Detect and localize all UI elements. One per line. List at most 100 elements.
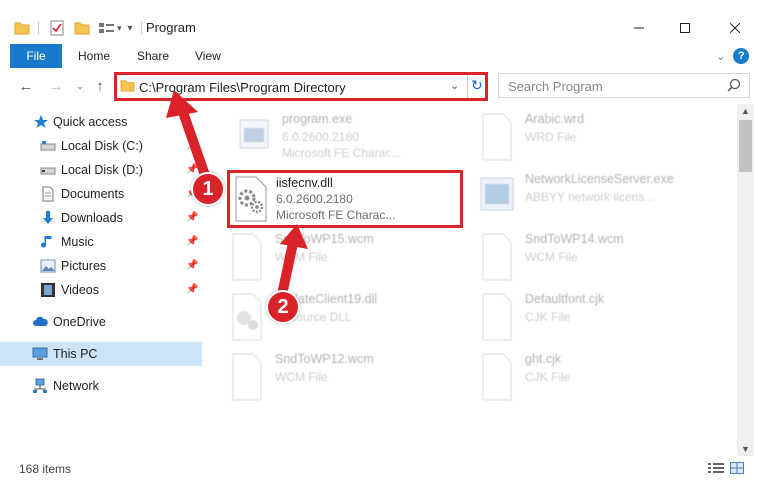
maximize-icon <box>680 23 690 33</box>
file-icon <box>482 233 512 281</box>
tab-share[interactable]: Share <box>137 44 169 68</box>
sidebar-item-label: Pictures <box>61 259 107 273</box>
address-bar[interactable]: C:\Program Files\Program Directory ⌄ ↻ <box>114 72 488 101</box>
large-icons-view-icon[interactable] <box>730 462 744 474</box>
file-item[interactable]: SndToWP12.wcm WCM File <box>227 352 467 412</box>
chevron-down-icon: ⌄ <box>76 80 84 91</box>
file-item[interactable]: SndToWP14.wcm WCM File <box>477 232 717 292</box>
computer-icon <box>32 347 48 360</box>
file-type: WCM File <box>275 370 328 384</box>
tab-view[interactable]: View <box>195 44 221 68</box>
video-icon <box>41 283 55 297</box>
picture-icon <box>40 259 56 273</box>
file-item[interactable]: SndToWP15.wcm WCM File <box>227 232 467 292</box>
step-callout-1: 1 <box>191 172 225 206</box>
sidebar-item-onedrive[interactable]: OneDrive <box>0 310 202 334</box>
pin-icon[interactable]: 📌 <box>186 284 198 296</box>
pin-icon[interactable]: 📌 <box>186 212 198 224</box>
file-item[interactable]: program.exe 6.0.2600.2180 Microsoft FE C… <box>234 112 474 172</box>
pin-icon[interactable]: 📌 <box>186 260 198 272</box>
sidebar-item-label: OneDrive <box>53 315 106 329</box>
refresh-icon[interactable]: ↻ <box>471 77 485 95</box>
star-icon <box>34 115 48 128</box>
help-icon[interactable]: ? <box>733 48 750 64</box>
status-bar: 168 items <box>0 456 769 491</box>
dropdown-arrow-icon[interactable]: ▾ <box>117 23 122 34</box>
file-item[interactable]: UpdateClient19.dll Resource DLL <box>227 292 467 352</box>
minimize-button[interactable] <box>616 14 662 42</box>
exe-icon <box>239 119 269 149</box>
step-callout-2: 2 <box>266 290 300 324</box>
forward-button[interactable]: → <box>46 76 66 96</box>
forward-arrow-icon: → <box>48 77 64 95</box>
download-icon <box>43 211 53 224</box>
exe-icon <box>480 177 514 211</box>
sidebar-item-label: Documents <box>61 187 125 201</box>
properties-icon[interactable] <box>50 20 64 36</box>
customize-toolbar-icon[interactable]: ▾ <box>128 23 133 34</box>
scroll-thumb[interactable] <box>739 120 752 172</box>
pin-icon[interactable]: 📌 <box>186 236 198 248</box>
details-view-icon[interactable] <box>708 462 724 474</box>
folder-icon[interactable] <box>14 21 30 35</box>
item-count: 168 items <box>19 462 72 476</box>
file-item[interactable]: ght.cjk CJK File <box>477 352 717 412</box>
sidebar-item-music[interactable]: Music 📌 <box>0 230 202 254</box>
file-icon <box>232 353 262 401</box>
drive-icon <box>40 141 56 151</box>
address-separator <box>467 75 468 98</box>
up-arrow-icon: ↑ <box>96 77 104 95</box>
search-icon[interactable] <box>727 78 741 92</box>
tab-home[interactable]: Home <box>78 44 110 68</box>
sidebar-item-videos[interactable]: Videos 📌 <box>0 278 202 302</box>
file-item[interactable]: NetworkLicenseServer.exe ABBYY network l… <box>477 172 717 232</box>
back-button[interactable]: ← <box>16 76 36 96</box>
file-name: ght.cjk <box>525 352 562 366</box>
close-icon <box>730 23 740 33</box>
sidebar-item-pictures[interactable]: Pictures 📌 <box>0 254 202 278</box>
close-button[interactable] <box>712 14 758 42</box>
tab-file[interactable]: File <box>10 44 62 68</box>
back-arrow-icon: ← <box>18 77 34 95</box>
sidebar-item-label: Local Disk (C:) <box>61 139 143 153</box>
vertical-scrollbar[interactable]: ▲ ▼ <box>737 104 754 456</box>
sidebar-item-local-disk-d[interactable]: Local Disk (D:) 📌 <box>0 158 202 182</box>
scroll-up-icon[interactable]: ▲ <box>741 106 750 116</box>
new-folder-icon[interactable] <box>74 21 90 35</box>
sidebar-item-network[interactable]: Network <box>0 374 202 398</box>
sidebar-item-label: Network <box>53 379 99 393</box>
sidebar-item-local-disk-c[interactable]: Local Disk (C:) 📌 <box>0 134 202 158</box>
search-placeholder: Search Program <box>508 79 603 94</box>
address-path[interactable]: C:\Program Files\Program Directory <box>139 80 346 95</box>
file-item[interactable]: Arabic.wrd WRD File <box>477 112 717 172</box>
search-input[interactable]: Search Program <box>498 73 750 98</box>
maximize-button[interactable] <box>662 14 708 42</box>
highlighted-file-item[interactable]: iisfecnv.dll 6.0.2600.2180 Microsoft FE … <box>227 170 463 228</box>
sidebar-item-documents[interactable]: Documents 📌 <box>0 182 202 206</box>
sidebar-item-downloads[interactable]: Downloads 📌 <box>0 206 202 230</box>
file-name: SndToWP15.wcm <box>275 232 374 246</box>
file-description: Microsoft FE Charac... <box>282 146 402 160</box>
folder-icon <box>120 80 135 92</box>
sidebar-item-this-pc[interactable]: This PC <box>0 342 202 366</box>
file-item[interactable]: Defaultfont.cjk CJK File <box>477 292 717 352</box>
file-name: Arabic.wrd <box>525 112 585 126</box>
file-description: Microsoft FE Charac... <box>276 208 396 222</box>
scroll-down-icon[interactable]: ▼ <box>741 444 750 454</box>
ribbon: File Home Share View ⌄ ? <box>0 44 769 68</box>
file-name: iisfecnv.dll <box>276 176 333 190</box>
file-name: program.exe <box>282 112 353 126</box>
sidebar-item-quick-access[interactable]: Quick access <box>0 110 202 134</box>
file-name: SndToWP12.wcm <box>275 352 374 366</box>
up-button[interactable]: ↑ <box>90 76 110 96</box>
chevron-down-icon[interactable]: ⌄ <box>450 79 459 92</box>
view-options-icon[interactable] <box>98 21 116 35</box>
pin-icon[interactable]: 📌 <box>186 164 198 176</box>
expand-ribbon-icon[interactable]: ⌄ <box>716 50 725 63</box>
pin-icon[interactable]: 📌 <box>186 140 198 152</box>
file-list: program.exe 6.0.2600.2180 Microsoft FE C… <box>207 104 737 456</box>
window-title: Program <box>146 20 196 35</box>
recent-locations-button[interactable]: ⌄ <box>70 76 90 96</box>
file-name: NetworkLicenseServer.exe <box>525 172 674 186</box>
file-icon <box>232 233 262 281</box>
